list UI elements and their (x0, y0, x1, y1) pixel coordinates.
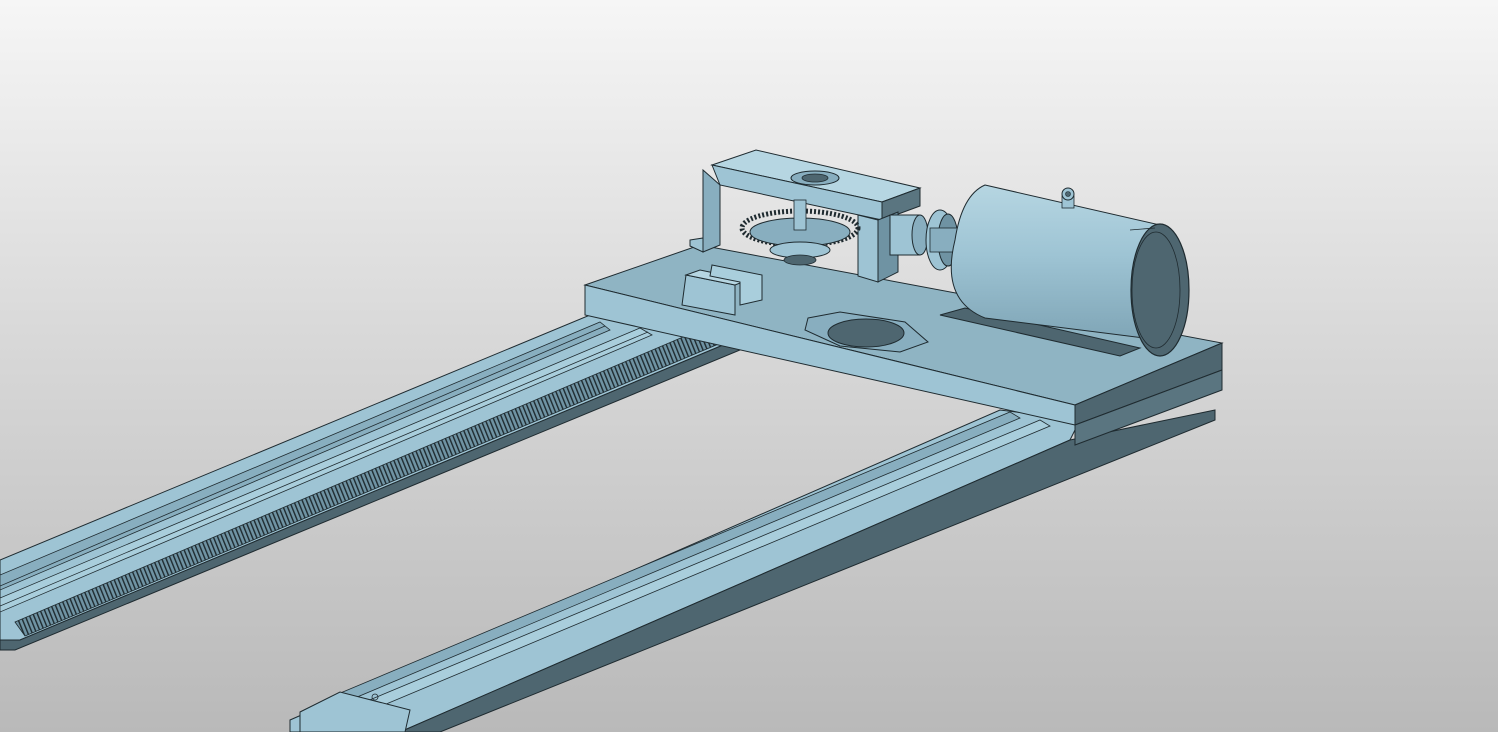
cad-3d-viewport[interactable] (0, 0, 1498, 732)
lifting-eye (1061, 187, 1075, 209)
coupling[interactable] (889, 209, 961, 271)
cad-model-scene[interactable] (0, 0, 1498, 732)
